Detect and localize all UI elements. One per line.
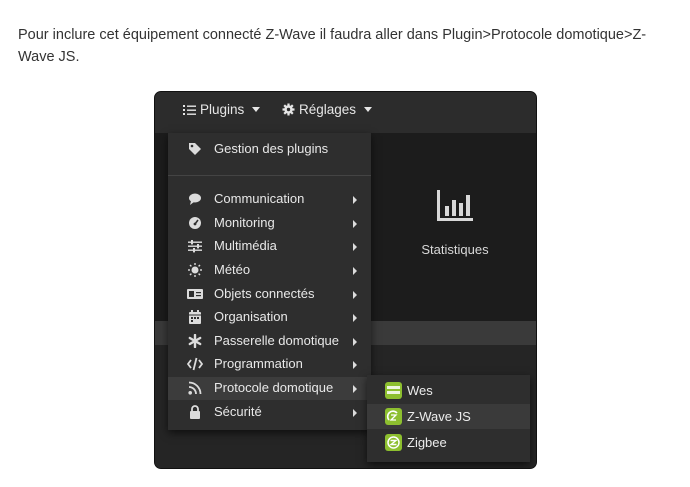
intro-paragraph: Pour inclure cet équipement connecté Z-W… xyxy=(18,27,647,65)
menu-item-label: Passerelle domotique xyxy=(214,333,340,348)
submenu-item-label: Zigbee xyxy=(407,435,447,450)
chevron-right-icon xyxy=(353,267,357,275)
code-icon xyxy=(187,357,203,371)
chevron-right-icon xyxy=(353,196,357,204)
zigbee-plugin-icon xyxy=(385,434,402,451)
menu-item-label: Objets connectés xyxy=(214,286,315,301)
menu-item-gateway[interactable]: Passerelle domotique xyxy=(168,330,371,353)
chevron-down-icon xyxy=(252,107,261,112)
tags-icon xyxy=(189,143,201,155)
submenu-item-zigbee[interactable]: Zigbee xyxy=(367,430,530,455)
plugins-dropdown: Gestion des plugins Communication Monito… xyxy=(168,133,371,430)
sliders-icon xyxy=(188,240,202,253)
zwave-plugin-icon xyxy=(385,408,402,425)
chevron-right-icon xyxy=(353,409,357,417)
lock-icon xyxy=(190,405,200,419)
menu-item-label: Monitoring xyxy=(214,215,275,230)
menu-item-label: Communication xyxy=(214,191,305,206)
home-protocol-submenu: Wes Z-Wave JS Zigbee xyxy=(367,375,530,462)
menu-item-communication[interactable]: Communication xyxy=(168,188,371,211)
chevron-right-icon xyxy=(353,361,357,369)
chevron-right-icon xyxy=(353,385,357,393)
plugins-menu-button[interactable]: Plugins xyxy=(183,102,261,117)
settings-menu-button[interactable]: Réglages xyxy=(282,102,373,117)
menu-item-connected-objects[interactable]: Objets connectés xyxy=(168,283,371,306)
menu-item-home-protocol[interactable]: Protocole domotique xyxy=(168,377,371,400)
menu-item-meteo[interactable]: Météo xyxy=(168,259,371,282)
rss-icon xyxy=(188,381,202,395)
menu-item-security[interactable]: Sécurité xyxy=(168,401,371,424)
submenu-item-wes[interactable]: Wes xyxy=(367,378,530,403)
calendar-icon xyxy=(189,310,201,324)
sun-icon xyxy=(188,263,202,277)
menu-divider xyxy=(168,175,371,176)
statistics-label[interactable]: Statistiques xyxy=(400,242,510,257)
menu-item-label: Météo xyxy=(214,262,251,277)
chevron-right-icon xyxy=(353,338,357,346)
menu-item-monitoring[interactable]: Monitoring xyxy=(168,212,371,235)
submenu-item-zwave-js[interactable]: Z-Wave JS xyxy=(367,404,530,429)
menu-item-label: Sécurité xyxy=(214,404,262,419)
chevron-right-icon xyxy=(353,220,357,228)
wes-plugin-icon xyxy=(385,382,402,399)
settings-menu-label: Réglages xyxy=(299,102,357,117)
menu-item-label: Gestion des plugins xyxy=(214,141,329,156)
top-navbar: Plugins Réglages xyxy=(155,92,536,133)
menu-item-organisation[interactable]: Organisation xyxy=(168,306,371,329)
submenu-item-label: Wes xyxy=(407,383,433,398)
comment-icon xyxy=(189,193,201,205)
chevron-right-icon xyxy=(353,314,357,322)
plugins-menu-label: Plugins xyxy=(200,102,245,117)
menu-item-programming[interactable]: Programmation xyxy=(168,353,371,376)
menu-item-label: Programmation xyxy=(214,356,303,371)
jeedom-screenshot: Plugins Réglages Statistiques Gestion de… xyxy=(154,91,537,469)
bar-chart-icon[interactable] xyxy=(437,190,473,221)
tasks-icon xyxy=(183,104,196,115)
menu-item-label: Organisation xyxy=(214,309,288,324)
menu-item-label: Protocole domotique xyxy=(214,380,334,395)
menu-item-multimedia[interactable]: Multimédia xyxy=(168,235,371,258)
gear-icon xyxy=(282,103,295,116)
gauge-icon xyxy=(189,217,201,229)
chevron-down-icon xyxy=(364,107,373,112)
chevron-right-icon xyxy=(353,243,357,251)
chevron-right-icon xyxy=(353,291,357,299)
asterisk-icon xyxy=(188,334,202,348)
menu-item-manage-plugins[interactable]: Gestion des plugins xyxy=(168,138,371,161)
id-card-icon xyxy=(187,289,203,299)
submenu-item-label: Z-Wave JS xyxy=(407,409,471,424)
menu-item-label: Multimédia xyxy=(214,238,277,253)
